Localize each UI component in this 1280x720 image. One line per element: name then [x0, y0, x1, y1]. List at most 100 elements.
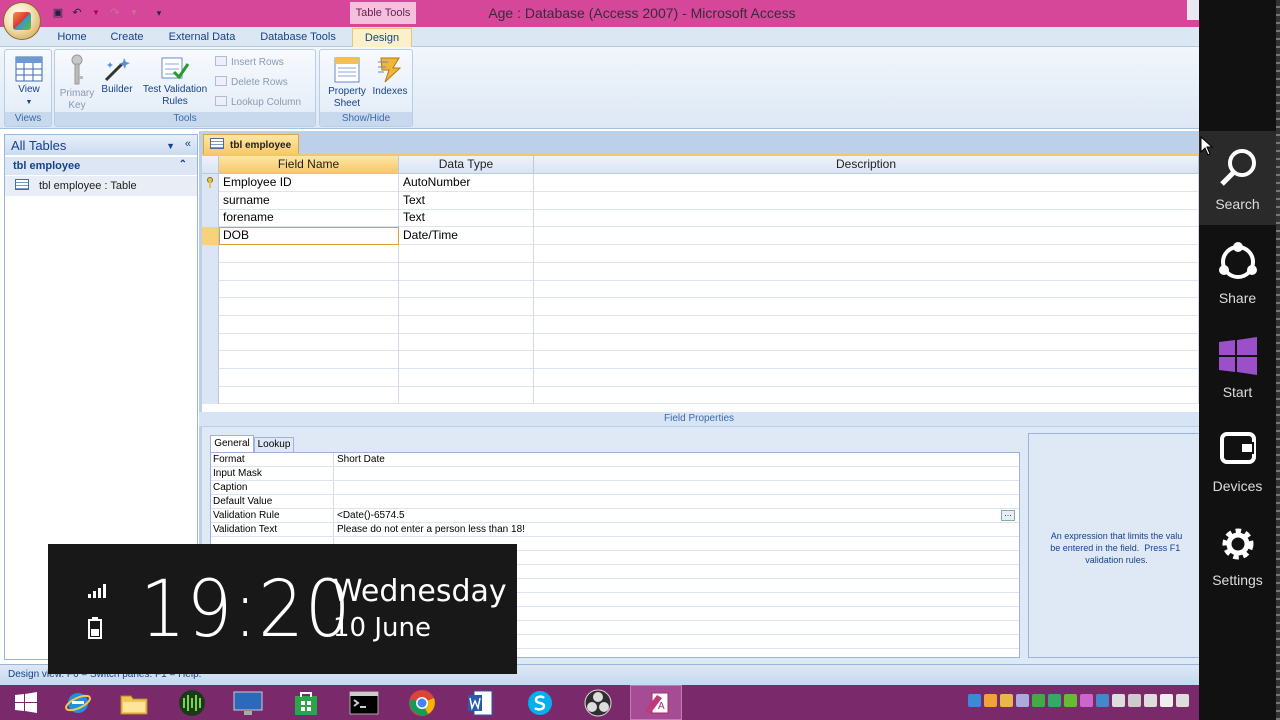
description-cell[interactable]: [534, 280, 1199, 299]
tray-shield-icon[interactable]: [1000, 694, 1013, 707]
start-button[interactable]: [0, 685, 52, 720]
row-selector[interactable]: [202, 262, 219, 281]
table-row[interactable]: [202, 333, 1199, 352]
data-type-cell[interactable]: AutoNumber: [399, 174, 534, 192]
property-row[interactable]: Caption: [211, 481, 1019, 495]
tray-misc-icon[interactable]: [1176, 694, 1189, 707]
property-value[interactable]: <Date()-6574.5: [337, 509, 405, 522]
taskbar-skype[interactable]: [514, 685, 566, 720]
select-all-corner[interactable]: [202, 156, 219, 174]
tab-database-tools[interactable]: Database Tools: [252, 28, 344, 47]
description-cell[interactable]: [534, 386, 1199, 405]
tray-app-icon[interactable]: [968, 694, 981, 707]
data-type-cell[interactable]: [399, 244, 534, 263]
description-cell[interactable]: [534, 209, 1199, 228]
expression-builder-button[interactable]: …: [1001, 510, 1015, 521]
data-type-cell[interactable]: [399, 351, 534, 369]
field-name-cell[interactable]: surname: [219, 191, 399, 210]
row-selector[interactable]: [202, 351, 219, 369]
tray-flag-icon[interactable]: [1016, 694, 1029, 707]
property-value[interactable]: Please do not enter a person less than 1…: [337, 523, 525, 536]
description-cell[interactable]: [534, 297, 1199, 316]
tray-recorder-icon[interactable]: [1080, 694, 1093, 707]
field-name-cell[interactable]: [219, 297, 399, 316]
table-row[interactable]: [202, 368, 1199, 387]
charm-devices[interactable]: Devices: [1199, 428, 1276, 494]
property-row[interactable]: Validation Text Please do not enter a per…: [211, 523, 1019, 537]
indexes-button[interactable]: Indexes: [370, 54, 410, 98]
tray-drive-icon[interactable]: [1032, 694, 1045, 707]
data-type-cell[interactable]: [399, 333, 534, 352]
tray-power-icon[interactable]: [1128, 694, 1141, 707]
property-value[interactable]: Short Date: [337, 453, 385, 466]
tab-home[interactable]: Home: [52, 28, 92, 47]
tray-update-icon[interactable]: [984, 694, 997, 707]
taskbar-chrome[interactable]: [396, 685, 448, 720]
nav-group-header[interactable]: tbl employee ⌃: [5, 157, 197, 175]
field-name-cell[interactable]: [219, 244, 399, 263]
data-type-cell[interactable]: [399, 262, 534, 281]
test-validation-rules-button[interactable]: Test Validation Rules: [137, 56, 213, 108]
table-row[interactable]: [202, 315, 1199, 334]
table-row[interactable]: [202, 386, 1199, 405]
table-row[interactable]: Employee ID AutoNumber: [202, 174, 1199, 192]
table-row[interactable]: [202, 262, 1199, 281]
field-name-cell[interactable]: [219, 262, 399, 281]
taskbar-word[interactable]: [454, 685, 506, 720]
row-selector[interactable]: [202, 244, 219, 263]
nav-pane-header[interactable]: All Tables ▼ «: [5, 135, 197, 155]
property-row[interactable]: Format Short Date: [211, 453, 1019, 467]
tab-general[interactable]: General: [210, 435, 254, 452]
row-selector[interactable]: [202, 280, 219, 299]
lookup-column-button[interactable]: Lookup Column: [215, 96, 301, 110]
charm-share[interactable]: Share: [1199, 240, 1276, 306]
field-name-cell[interactable]: [219, 351, 399, 369]
data-type-cell[interactable]: [399, 280, 534, 299]
nav-item-tbl-employee[interactable]: tbl employee : Table: [5, 176, 197, 196]
column-header-data-type[interactable]: Data Type: [399, 156, 534, 174]
taskbar-access[interactable]: A: [630, 685, 682, 720]
field-name-cell[interactable]: [219, 386, 399, 405]
office-button[interactable]: [3, 2, 41, 40]
window-controls[interactable]: [1187, 0, 1199, 20]
table-row[interactable]: surname Text: [202, 191, 1199, 210]
column-header-field-name[interactable]: Field Name: [219, 156, 399, 174]
data-type-cell[interactable]: [399, 315, 534, 334]
collapse-pane-icon[interactable]: «: [185, 138, 191, 151]
data-type-cell[interactable]: [399, 297, 534, 316]
taskbar-store[interactable]: [280, 685, 332, 720]
description-cell[interactable]: [534, 174, 1199, 192]
data-type-cell[interactable]: [399, 368, 534, 387]
description-cell[interactable]: [534, 262, 1199, 281]
chevron-up-icon[interactable]: ⌃: [179, 159, 187, 170]
table-row[interactable]: [202, 244, 1199, 263]
delete-rows-button[interactable]: Delete Rows: [215, 76, 288, 90]
row-selector[interactable]: [202, 227, 219, 246]
chevron-down-icon[interactable]: ▼: [166, 140, 175, 153]
tray-clipboard-icon[interactable]: [1112, 694, 1125, 707]
data-type-cell[interactable]: [399, 386, 534, 405]
charm-settings[interactable]: Settings: [1199, 522, 1276, 588]
table-row[interactable]: [202, 351, 1199, 369]
property-row[interactable]: Default Value: [211, 495, 1019, 509]
description-cell[interactable]: [534, 191, 1199, 210]
row-selector[interactable]: [202, 174, 219, 192]
description-cell[interactable]: [534, 368, 1199, 387]
document-tab[interactable]: tbl employee: [203, 134, 299, 154]
tray-chat-icon[interactable]: [1064, 694, 1077, 707]
view-button[interactable]: View ▼: [9, 56, 49, 109]
tab-create[interactable]: Create: [104, 28, 150, 47]
property-row[interactable]: Validation Rule <Date()-6574.5…: [211, 509, 1019, 523]
row-selector[interactable]: [202, 368, 219, 387]
taskbar-obs[interactable]: [572, 685, 624, 720]
taskbar-media-app[interactable]: [166, 685, 218, 720]
field-name-cell[interactable]: [219, 333, 399, 352]
builder-button[interactable]: Builder: [99, 56, 135, 96]
primary-key-button[interactable]: Primary Key: [57, 54, 97, 112]
taskbar-lenovo[interactable]: [222, 685, 274, 720]
field-name-cell[interactable]: forename: [219, 209, 399, 228]
data-type-cell[interactable]: Date/Time: [399, 227, 534, 246]
description-cell[interactable]: [534, 351, 1199, 369]
row-selector[interactable]: [202, 191, 219, 210]
property-row[interactable]: Input Mask: [211, 467, 1019, 481]
